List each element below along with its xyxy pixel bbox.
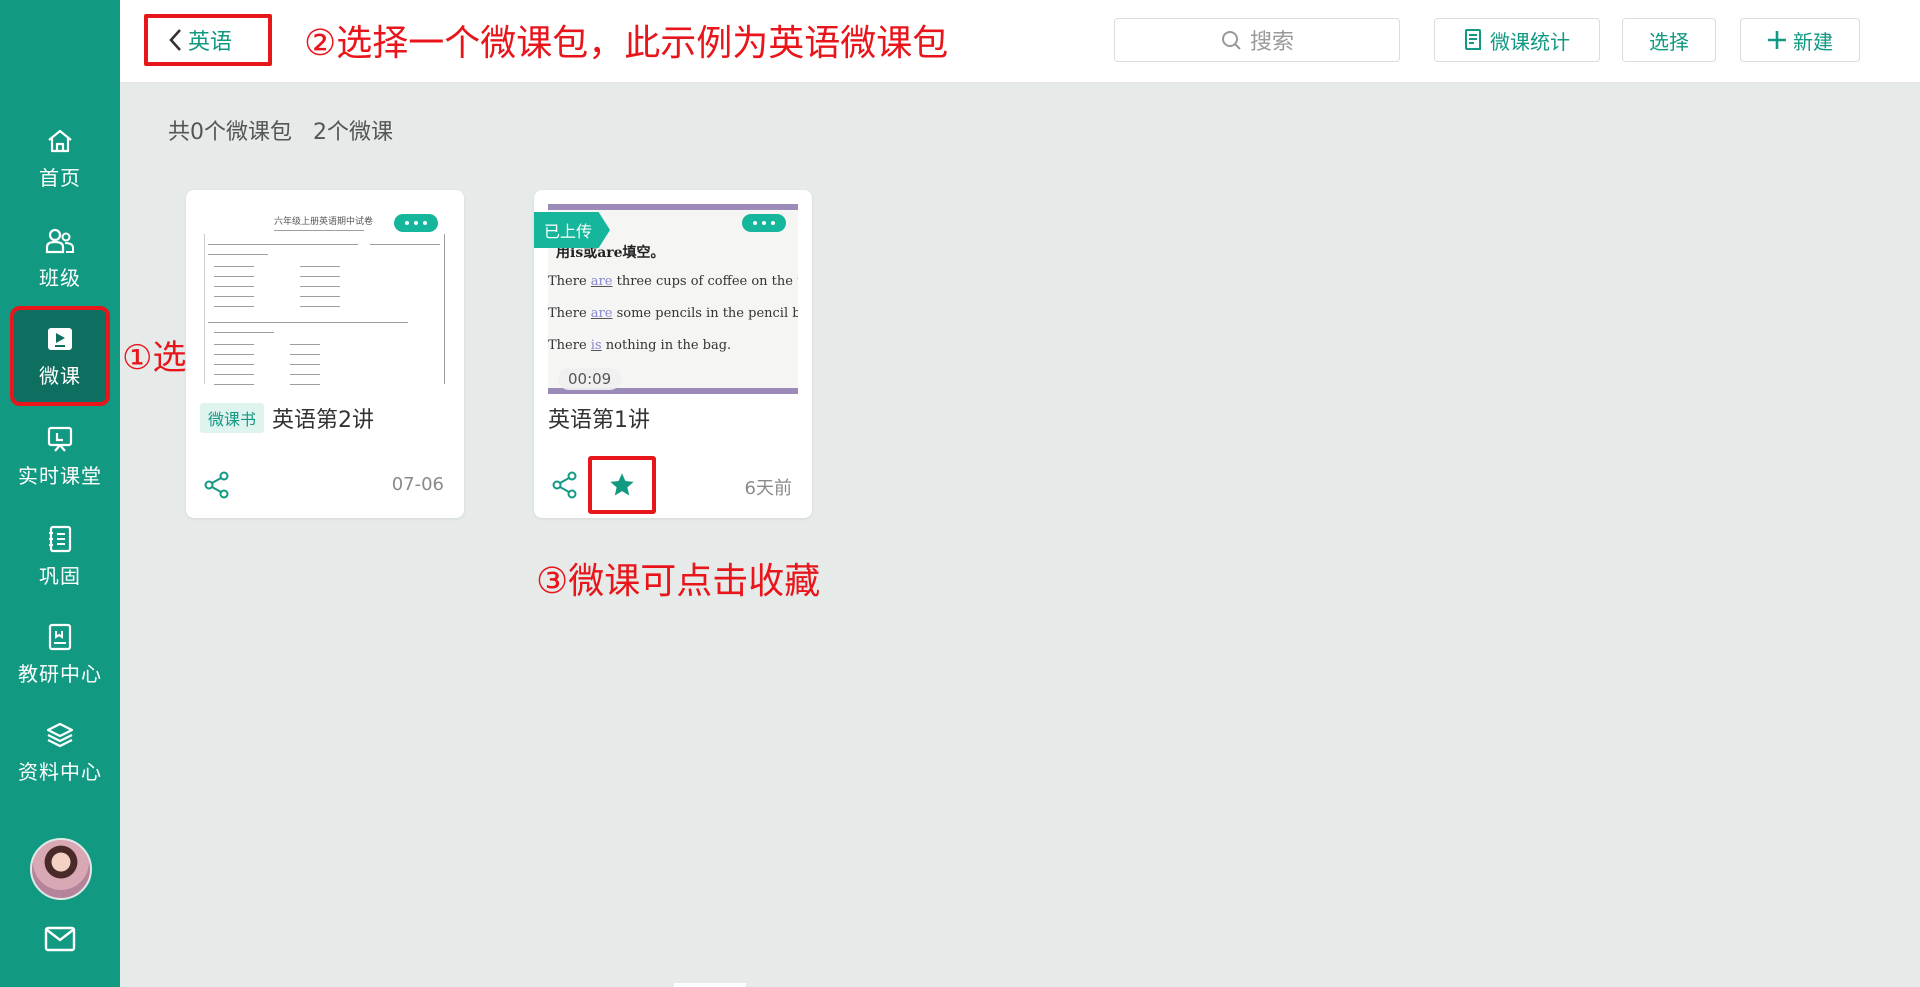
sidebar-item-label: 资料中心 bbox=[18, 759, 102, 784]
sidebar-item-class[interactable]: 班级 bbox=[0, 212, 120, 304]
card-title-text: 英语第2讲 bbox=[272, 408, 375, 433]
slide-line: There is nothing in the bag. bbox=[548, 338, 732, 353]
star-icon bbox=[610, 473, 634, 496]
board-icon bbox=[45, 424, 75, 454]
select-label: 选择 bbox=[1649, 29, 1689, 54]
new-button[interactable]: 新建 bbox=[1740, 18, 1860, 62]
mail-icon[interactable] bbox=[44, 926, 76, 952]
microlesson-card[interactable]: 用is或are填空。 There are three cups of coffe… bbox=[534, 190, 812, 518]
search-icon bbox=[1221, 31, 1241, 50]
microlesson-stats-button[interactable]: 微课统计 bbox=[1434, 18, 1600, 62]
chevron-left-icon bbox=[169, 29, 181, 51]
microlesson-card[interactable]: 六年级上册英语期中试卷 微课书 英语第2讲 07-06 bbox=[186, 190, 464, 518]
favorite-button[interactable] bbox=[588, 456, 656, 514]
share-icon[interactable] bbox=[202, 470, 232, 500]
back-button[interactable]: 英语 bbox=[144, 14, 272, 66]
search-placeholder: 搜索 bbox=[1249, 30, 1294, 55]
sidebar-item-label: 班级 bbox=[39, 265, 81, 290]
sidebar-item-consolidate[interactable]: 巩固 bbox=[0, 510, 120, 602]
share-icon[interactable] bbox=[550, 470, 580, 500]
sidebar-item-research[interactable]: 教研中心 bbox=[0, 608, 120, 700]
plus-icon bbox=[1768, 31, 1786, 49]
sidebar-item-label: 首页 bbox=[39, 165, 81, 190]
select-button[interactable]: 选择 bbox=[1622, 18, 1716, 62]
new-label: 新建 bbox=[1793, 29, 1833, 54]
card-date: 07-06 bbox=[391, 474, 444, 495]
card-title: 微课书 英语第2讲 bbox=[200, 402, 374, 434]
card-title: 英语第1讲 bbox=[548, 402, 650, 434]
play-icon bbox=[45, 324, 75, 354]
avatar[interactable] bbox=[30, 838, 92, 900]
notebook-icon bbox=[45, 524, 75, 554]
sidebar-item-resources[interactable]: 资料中心 bbox=[0, 706, 120, 798]
report-icon bbox=[1465, 29, 1481, 50]
scroll-indicator bbox=[674, 983, 746, 987]
microbook-tag: 微课书 bbox=[200, 403, 265, 433]
layers-icon bbox=[45, 720, 75, 750]
sidebar-item-live-class[interactable]: 实时课堂 bbox=[0, 410, 120, 502]
back-label: 英语 bbox=[188, 30, 233, 55]
book-icon bbox=[45, 622, 75, 652]
users-icon bbox=[45, 226, 75, 256]
uploaded-badge: 已上传 bbox=[534, 212, 611, 248]
stats-label: 微课统计 bbox=[1490, 29, 1570, 54]
more-options-button[interactable] bbox=[394, 214, 438, 232]
sidebar-item-home[interactable]: 首页 bbox=[0, 112, 120, 204]
home-icon bbox=[45, 126, 75, 156]
annotation-step-2: ②选择一个微课包，此示例为英语微课包 bbox=[304, 23, 949, 64]
more-options-button[interactable] bbox=[742, 214, 786, 232]
card-thumbnail[interactable]: 六年级上册英语期中试卷 bbox=[200, 204, 450, 394]
summary: 共0个微课包 2个微课 bbox=[168, 114, 407, 146]
card-title-text: 英语第1讲 bbox=[548, 408, 650, 433]
pack-count: 共0个微课包 bbox=[168, 120, 292, 145]
sidebar-item-label: 实时课堂 bbox=[18, 463, 102, 488]
sidebar-item-microlesson[interactable]: 微课 bbox=[10, 306, 110, 406]
lesson-count: 2个微课 bbox=[313, 120, 393, 145]
sidebar-item-label: 教研中心 bbox=[18, 661, 102, 686]
slide-line: There are three cups of coffee on the ta… bbox=[548, 274, 798, 289]
header: 英语 ②选择一个微课包，此示例为英语微课包 搜索 微课统计 选择 新建 bbox=[120, 0, 1920, 83]
card-date: 6天前 bbox=[744, 478, 792, 499]
search-input[interactable]: 搜索 bbox=[1114, 18, 1400, 62]
video-duration: 00:09 bbox=[558, 368, 622, 390]
slide-line: There are some pencils in the pencil box… bbox=[548, 306, 798, 321]
sidebar: 首页 班级 微课 实时课堂 巩固 教研中心 资料中心 bbox=[0, 0, 120, 987]
sidebar-item-label: 巩固 bbox=[39, 563, 81, 588]
doc-heading: 六年级上册英语期中试卷 bbox=[274, 217, 374, 227]
sidebar-item-label: 微课 bbox=[39, 363, 81, 388]
annotation-step-3: ③微课可点击收藏 bbox=[536, 561, 821, 602]
